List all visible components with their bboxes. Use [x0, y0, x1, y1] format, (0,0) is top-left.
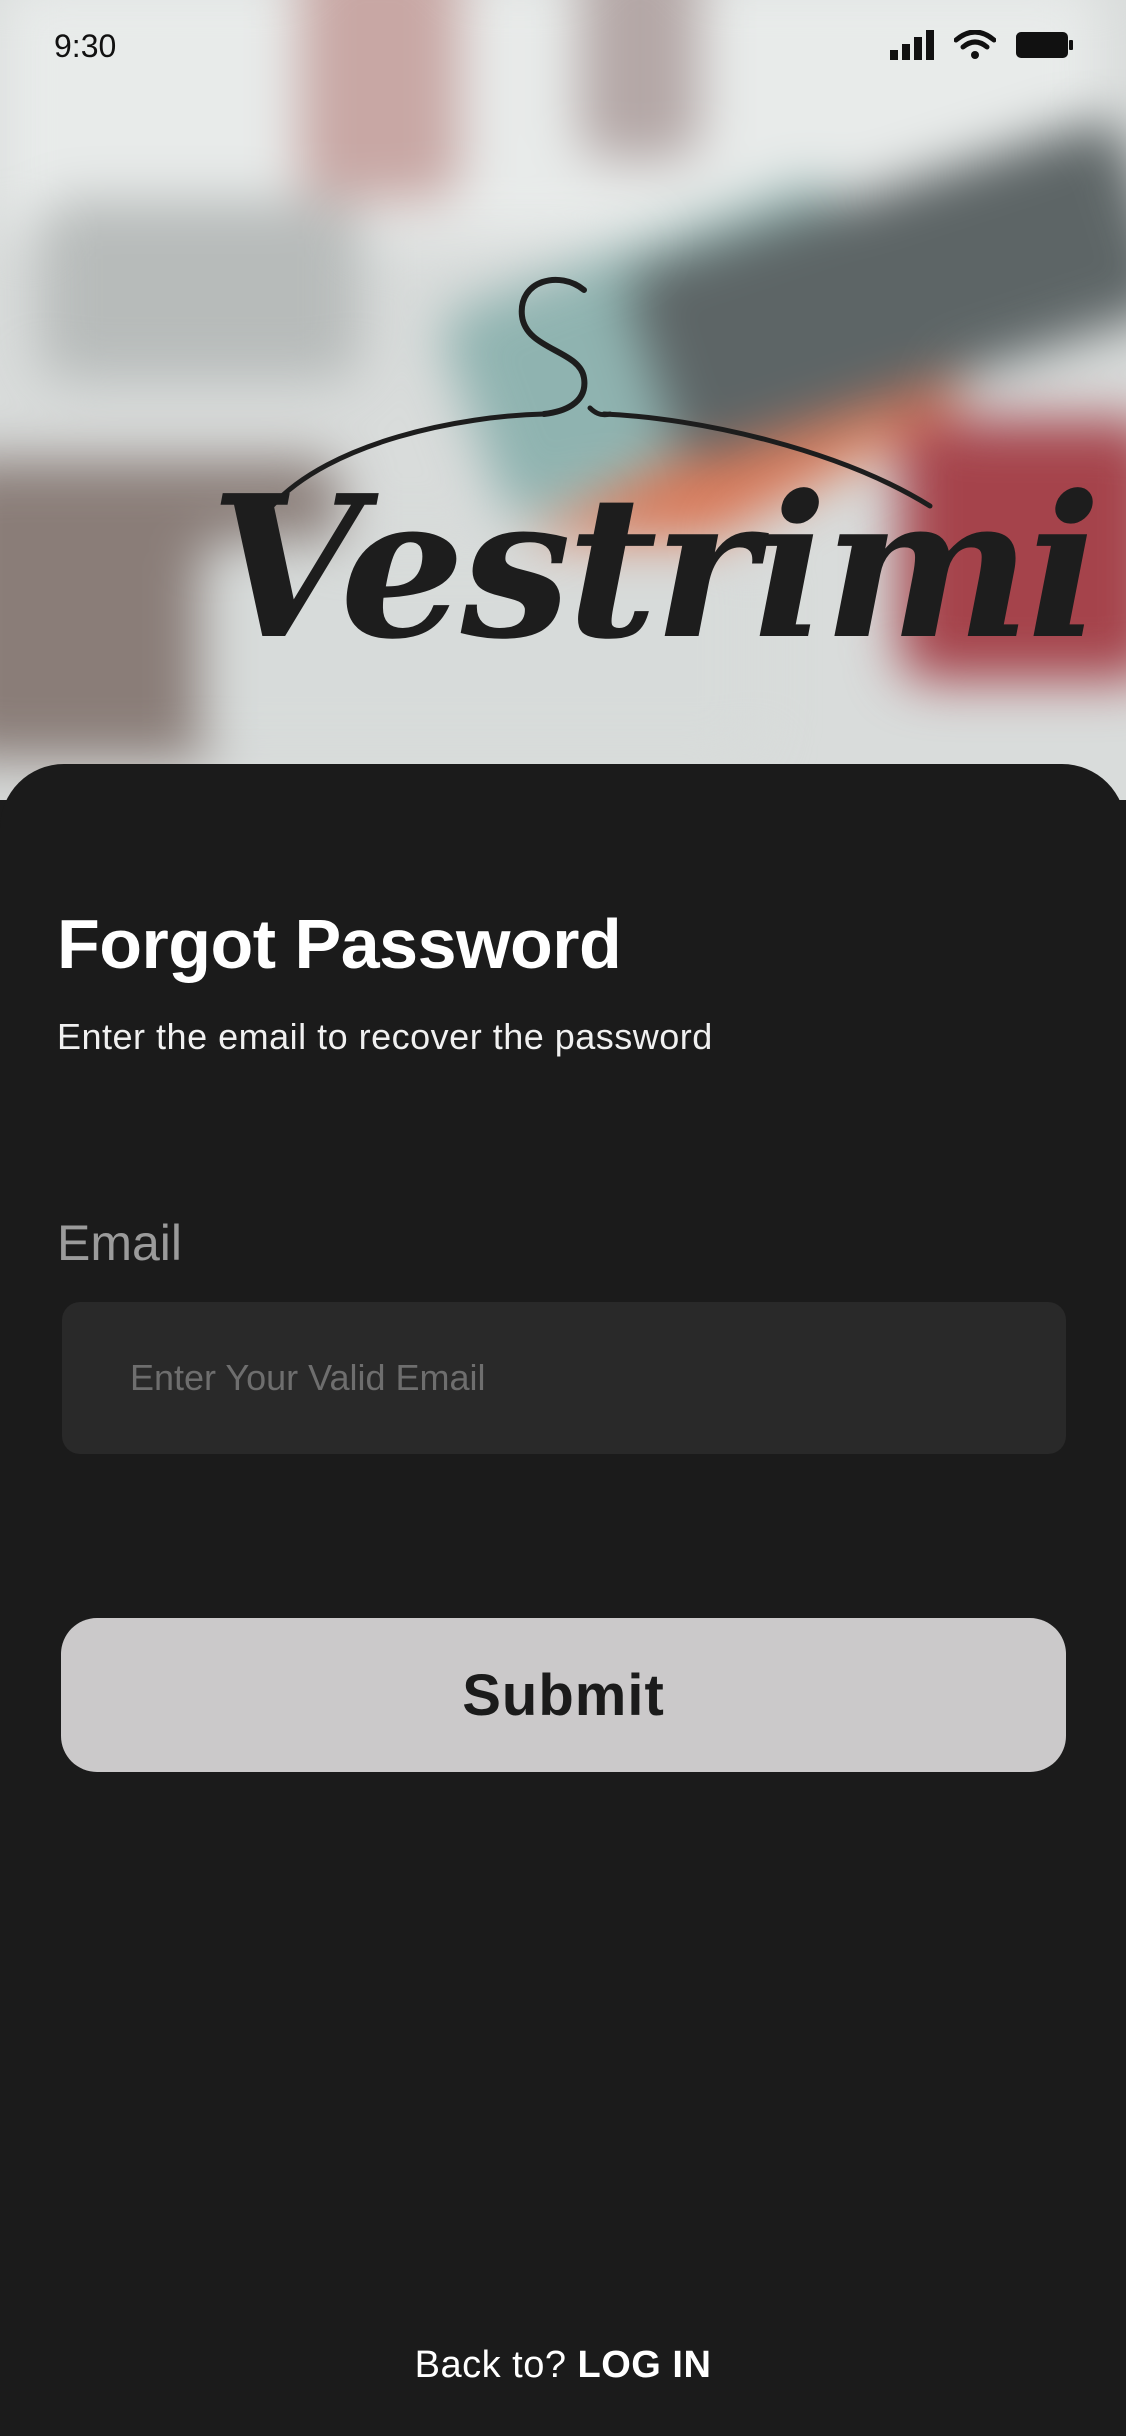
- wifi-icon: [954, 30, 996, 59]
- email-field[interactable]: [62, 1302, 1066, 1454]
- login-link[interactable]: LOG IN: [578, 2344, 712, 2386]
- status-time: 9:30: [54, 28, 117, 64]
- logo-wordmark: Vestrimi: [210, 453, 1101, 683]
- back-to-text: Back to?: [414, 2344, 578, 2386]
- battery-icon: [1016, 32, 1073, 58]
- page-subtitle: Enter the email to recover the password: [57, 1016, 713, 1057]
- status-icons: [890, 30, 1074, 60]
- email-label: Email: [57, 1215, 183, 1271]
- hero-background: 9:30 Vestrimi: [0, 0, 1126, 800]
- status-bar: 9:30: [0, 0, 1126, 96]
- forgot-password-sheet: Forgot Password Enter the email to recov…: [0, 764, 1126, 2436]
- cellular-signal-icon: [890, 30, 934, 60]
- page-title: Forgot Password: [57, 905, 622, 983]
- back-to-login: Back to? LOG IN: [0, 2344, 1126, 2387]
- brand-logo: Vestrimi: [200, 270, 1101, 740]
- submit-button[interactable]: Submit: [61, 1618, 1066, 1772]
